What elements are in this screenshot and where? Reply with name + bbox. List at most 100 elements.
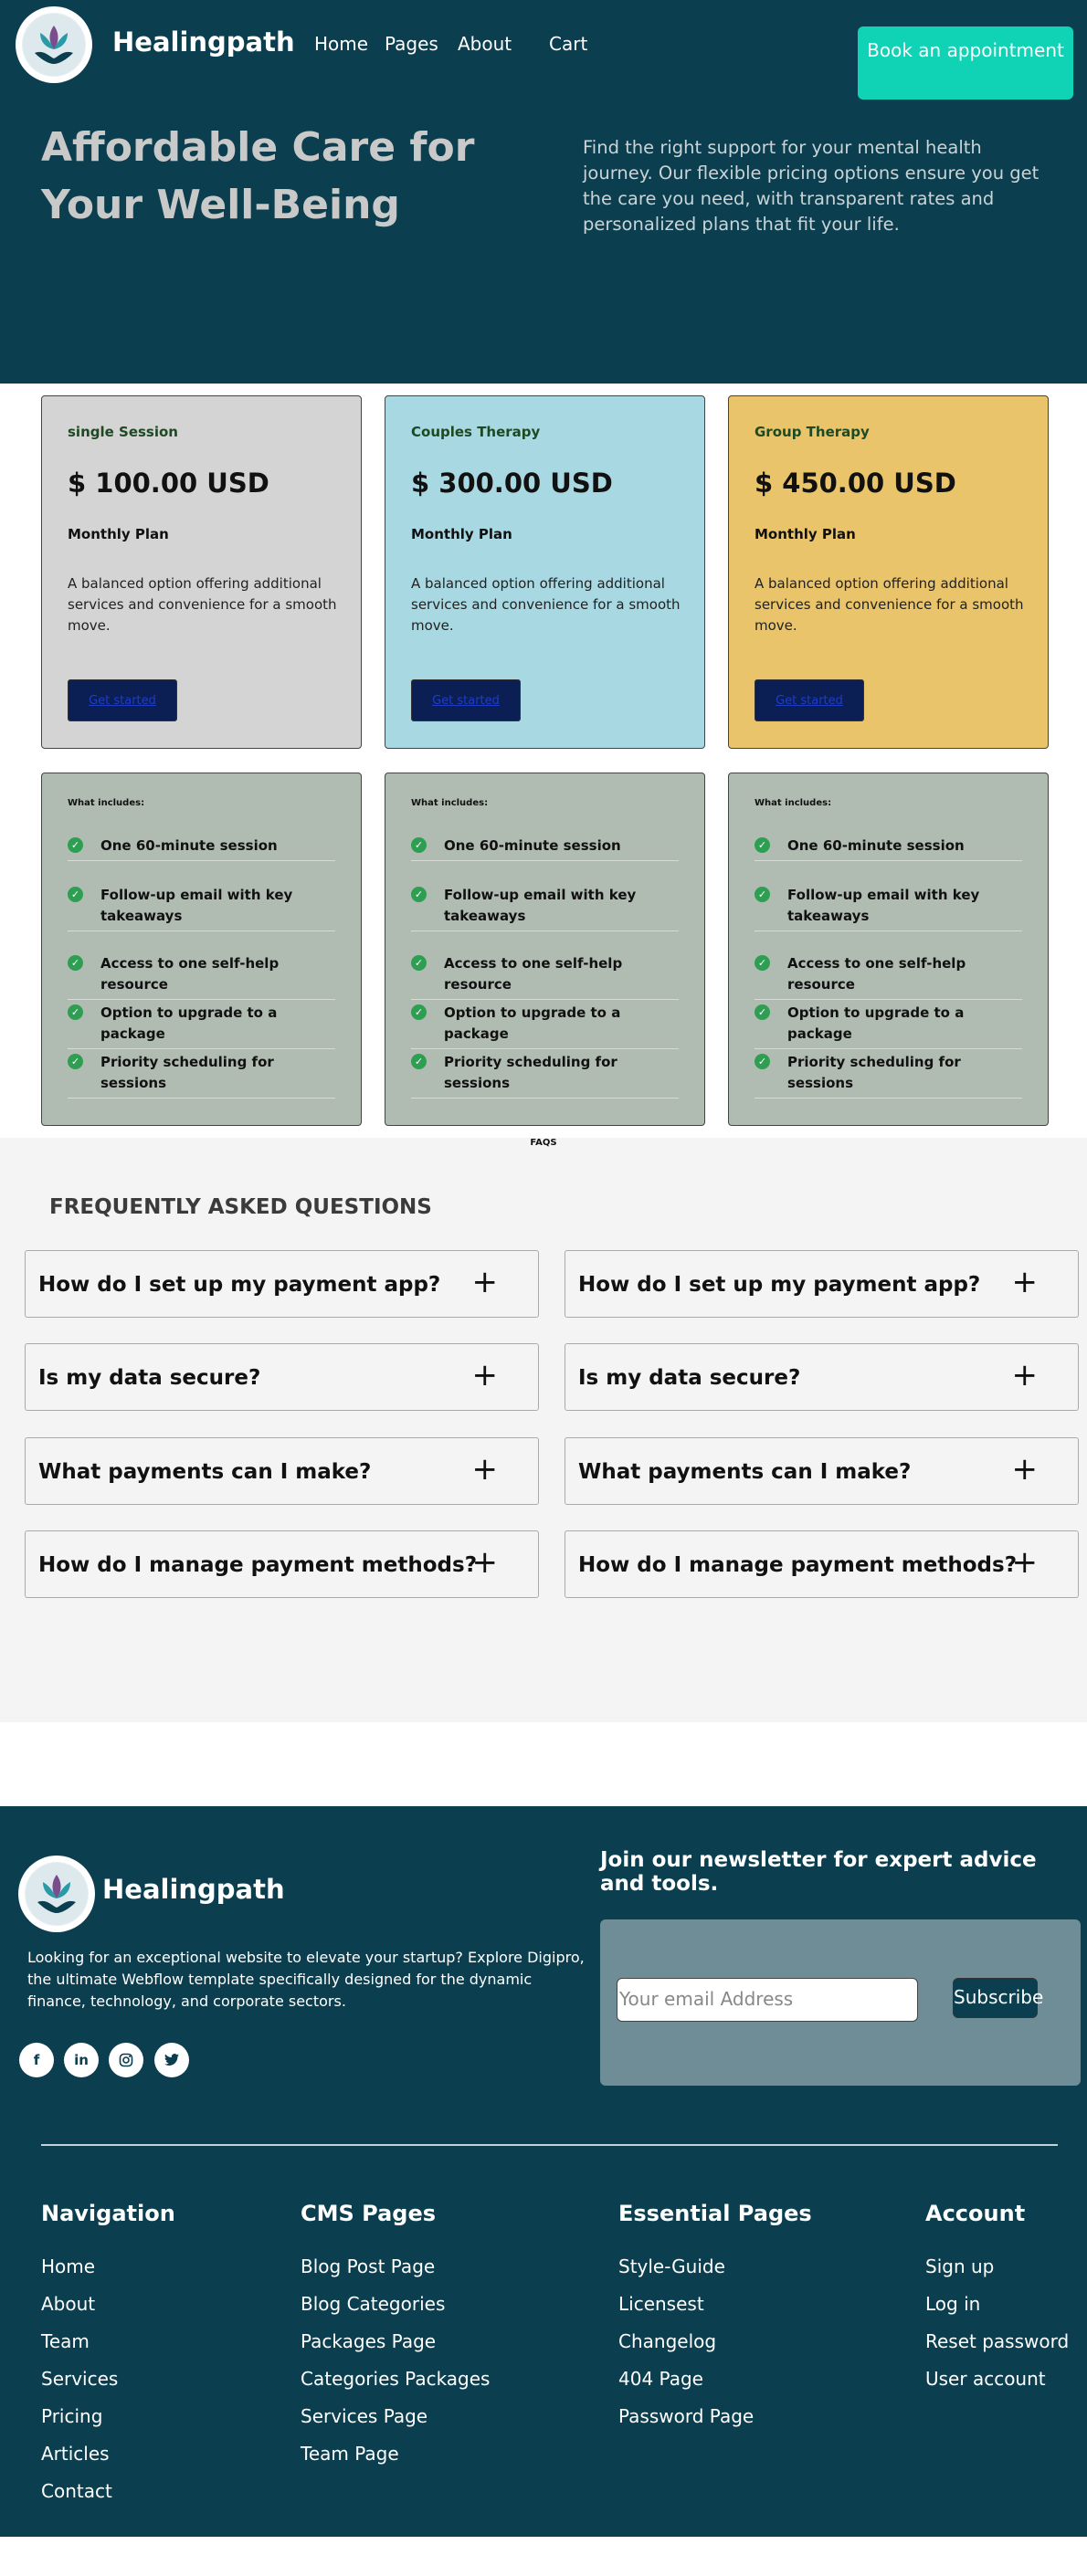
footer-link[interactable]: Services Page bbox=[301, 2405, 427, 2427]
faq-item[interactable]: Is my data secure? + bbox=[25, 1343, 539, 1411]
footer-divider bbox=[41, 2144, 1058, 2146]
faq-item[interactable]: How do I manage payment methods? + bbox=[25, 1530, 539, 1598]
feature-text: Access to one self-help resource bbox=[100, 955, 280, 993]
instagram-icon[interactable] bbox=[109, 2043, 143, 2077]
check-icon: ✓ bbox=[755, 887, 770, 902]
nav-about[interactable]: About bbox=[458, 33, 512, 55]
check-icon: ✓ bbox=[755, 955, 770, 971]
logo[interactable] bbox=[16, 6, 92, 83]
plus-icon[interactable]: + bbox=[472, 1264, 499, 1300]
footer-col-title: Navigation bbox=[41, 2201, 175, 2226]
footer-link[interactable]: Team Page bbox=[301, 2443, 399, 2465]
check-icon: ✓ bbox=[755, 837, 770, 853]
footer-link[interactable]: 404 Page bbox=[618, 2368, 703, 2390]
footer-link[interactable]: Changelog bbox=[618, 2330, 716, 2352]
newsletter-title: Join our newsletter for expert advice an… bbox=[600, 1848, 1037, 1896]
hero-text: Find the right support for your mental h… bbox=[583, 137, 1040, 235]
plus-icon[interactable]: + bbox=[1012, 1451, 1039, 1488]
plan-price: $ 300.00 USD bbox=[411, 468, 613, 499]
check-icon: ✓ bbox=[411, 955, 427, 971]
nav-home[interactable]: Home bbox=[314, 33, 368, 55]
brand-name[interactable]: Healingpath bbox=[112, 26, 295, 58]
footer-link[interactable]: Team bbox=[41, 2330, 90, 2352]
faq-question: What payments can I make? bbox=[38, 1460, 372, 1484]
faq-item[interactable]: Is my data secure? + bbox=[565, 1343, 1079, 1411]
feature-text: Priority scheduling for sessions bbox=[787, 1054, 961, 1091]
get-started-button[interactable]: Get started bbox=[755, 679, 864, 721]
plus-icon[interactable]: + bbox=[1012, 1544, 1039, 1581]
features-card-couples: What includes: ✓ One 60-minute session ✓ F… bbox=[385, 773, 705, 1126]
footer-brand-name[interactable]: Healingpath bbox=[102, 1874, 285, 1905]
faq-item[interactable]: What payments can I make? + bbox=[25, 1437, 539, 1505]
footer-link[interactable]: Blog Post Page bbox=[301, 2255, 435, 2277]
plan-price: $ 100.00 USD bbox=[68, 468, 269, 499]
footer-link[interactable]: Categories Packages bbox=[301, 2368, 490, 2390]
feature-text: One 60-minute session bbox=[787, 837, 965, 854]
check-icon: ✓ bbox=[411, 887, 427, 902]
nav-pages[interactable]: Pages bbox=[385, 33, 438, 55]
feature-item: ✓ Priority scheduling for sessions bbox=[68, 1052, 335, 1099]
footer-logo[interactable] bbox=[18, 1856, 95, 1932]
plus-icon[interactable]: + bbox=[1012, 1264, 1039, 1300]
facebook-icon[interactable]: f bbox=[19, 2043, 54, 2077]
faq-item[interactable]: What payments can I make? + bbox=[565, 1437, 1079, 1505]
plus-icon[interactable]: + bbox=[1012, 1357, 1039, 1393]
faq-item[interactable]: How do I set up my payment app? + bbox=[25, 1250, 539, 1318]
footer-link[interactable]: Password Page bbox=[618, 2405, 754, 2427]
get-started-button[interactable]: Get started bbox=[411, 679, 521, 721]
feature-item: ✓ Option to upgrade to a package bbox=[68, 1003, 335, 1049]
footer-link[interactable]: Services bbox=[41, 2368, 118, 2390]
subscribe-button[interactable]: Subscribe bbox=[953, 1978, 1043, 2018]
check-icon: ✓ bbox=[411, 837, 427, 853]
plan-period: Monthly Plan bbox=[755, 526, 856, 542]
feature-item: ✓ Follow-up email with key takeaways bbox=[68, 885, 335, 931]
feature-item: ✓ Priority scheduling for sessions bbox=[755, 1052, 1022, 1099]
footer-description: Looking for an exceptional website to el… bbox=[27, 1949, 585, 2010]
footer-link[interactable]: Log in bbox=[925, 2293, 980, 2315]
faq-title: FREQUENTLY ASKED QUESTIONS bbox=[49, 1195, 432, 1219]
footer-link[interactable]: Style-Guide bbox=[618, 2255, 725, 2277]
faq-question: What payments can I make? bbox=[578, 1460, 912, 1484]
plus-icon[interactable]: + bbox=[472, 1357, 499, 1393]
features-heading: What includes: bbox=[411, 798, 489, 808]
footer-link[interactable]: User account bbox=[925, 2368, 1046, 2390]
feature-text: One 60-minute session bbox=[100, 837, 278, 854]
features-heading: What includes: bbox=[68, 798, 145, 808]
footer-link[interactable]: Pricing bbox=[41, 2405, 102, 2427]
nav-cart[interactable]: Cart bbox=[549, 33, 587, 55]
feature-item: ✓ One 60-minute session bbox=[755, 836, 1022, 861]
logo-lotus-icon bbox=[22, 13, 86, 77]
footer-link[interactable]: Contact bbox=[41, 2480, 112, 2502]
footer-link[interactable]: Sign up bbox=[925, 2255, 994, 2277]
feature-text: Option to upgrade to a package bbox=[787, 1004, 965, 1042]
check-icon: ✓ bbox=[68, 1054, 83, 1069]
feature-text: Follow-up email with key takeaways bbox=[787, 887, 980, 924]
faq-question: How do I manage payment methods? bbox=[38, 1553, 478, 1577]
linkedin-icon[interactable]: in bbox=[64, 2043, 99, 2077]
faq-item[interactable]: How do I set up my payment app? + bbox=[565, 1250, 1079, 1318]
footer-link[interactable]: Licensest bbox=[618, 2293, 704, 2315]
faq-item[interactable]: How do I manage payment methods? + bbox=[565, 1530, 1079, 1598]
footer-link[interactable]: Blog Categories bbox=[301, 2293, 445, 2315]
feature-item: ✓ Follow-up email with key takeaways bbox=[411, 885, 679, 931]
footer-link[interactable]: Articles bbox=[41, 2443, 110, 2465]
book-appointment-button[interactable]: Book an appointment bbox=[858, 26, 1073, 100]
plan-description: A balanced option offering additional se… bbox=[755, 575, 1024, 634]
feature-item: ✓ Follow-up email with key takeaways bbox=[755, 885, 1022, 931]
footer-link[interactable]: Packages Page bbox=[301, 2330, 436, 2352]
hero-section: Healingpath Home Pages About Cart Book a… bbox=[0, 0, 1087, 384]
check-icon: ✓ bbox=[68, 837, 83, 853]
logo-lotus-icon bbox=[25, 1862, 89, 1926]
email-input[interactable]: Your email Address bbox=[617, 1978, 918, 2022]
footer-col-title: CMS Pages bbox=[301, 2201, 437, 2226]
pricing-card-single: single Session $ 100.00 USD Monthly Plan… bbox=[41, 395, 362, 749]
footer-link[interactable]: Home bbox=[41, 2255, 95, 2277]
plus-icon[interactable]: + bbox=[472, 1451, 499, 1488]
plus-icon[interactable]: + bbox=[472, 1544, 499, 1581]
features-card-single: What includes: ✓ One 60-minute session ✓ F… bbox=[41, 773, 362, 1126]
hero-title: Affordable Care for Your Well-Being bbox=[41, 124, 475, 228]
twitter-icon[interactable] bbox=[154, 2043, 189, 2077]
footer-link[interactable]: About bbox=[41, 2293, 95, 2315]
footer-link[interactable]: Reset password bbox=[925, 2330, 1069, 2352]
get-started-button[interactable]: Get started bbox=[68, 679, 177, 721]
